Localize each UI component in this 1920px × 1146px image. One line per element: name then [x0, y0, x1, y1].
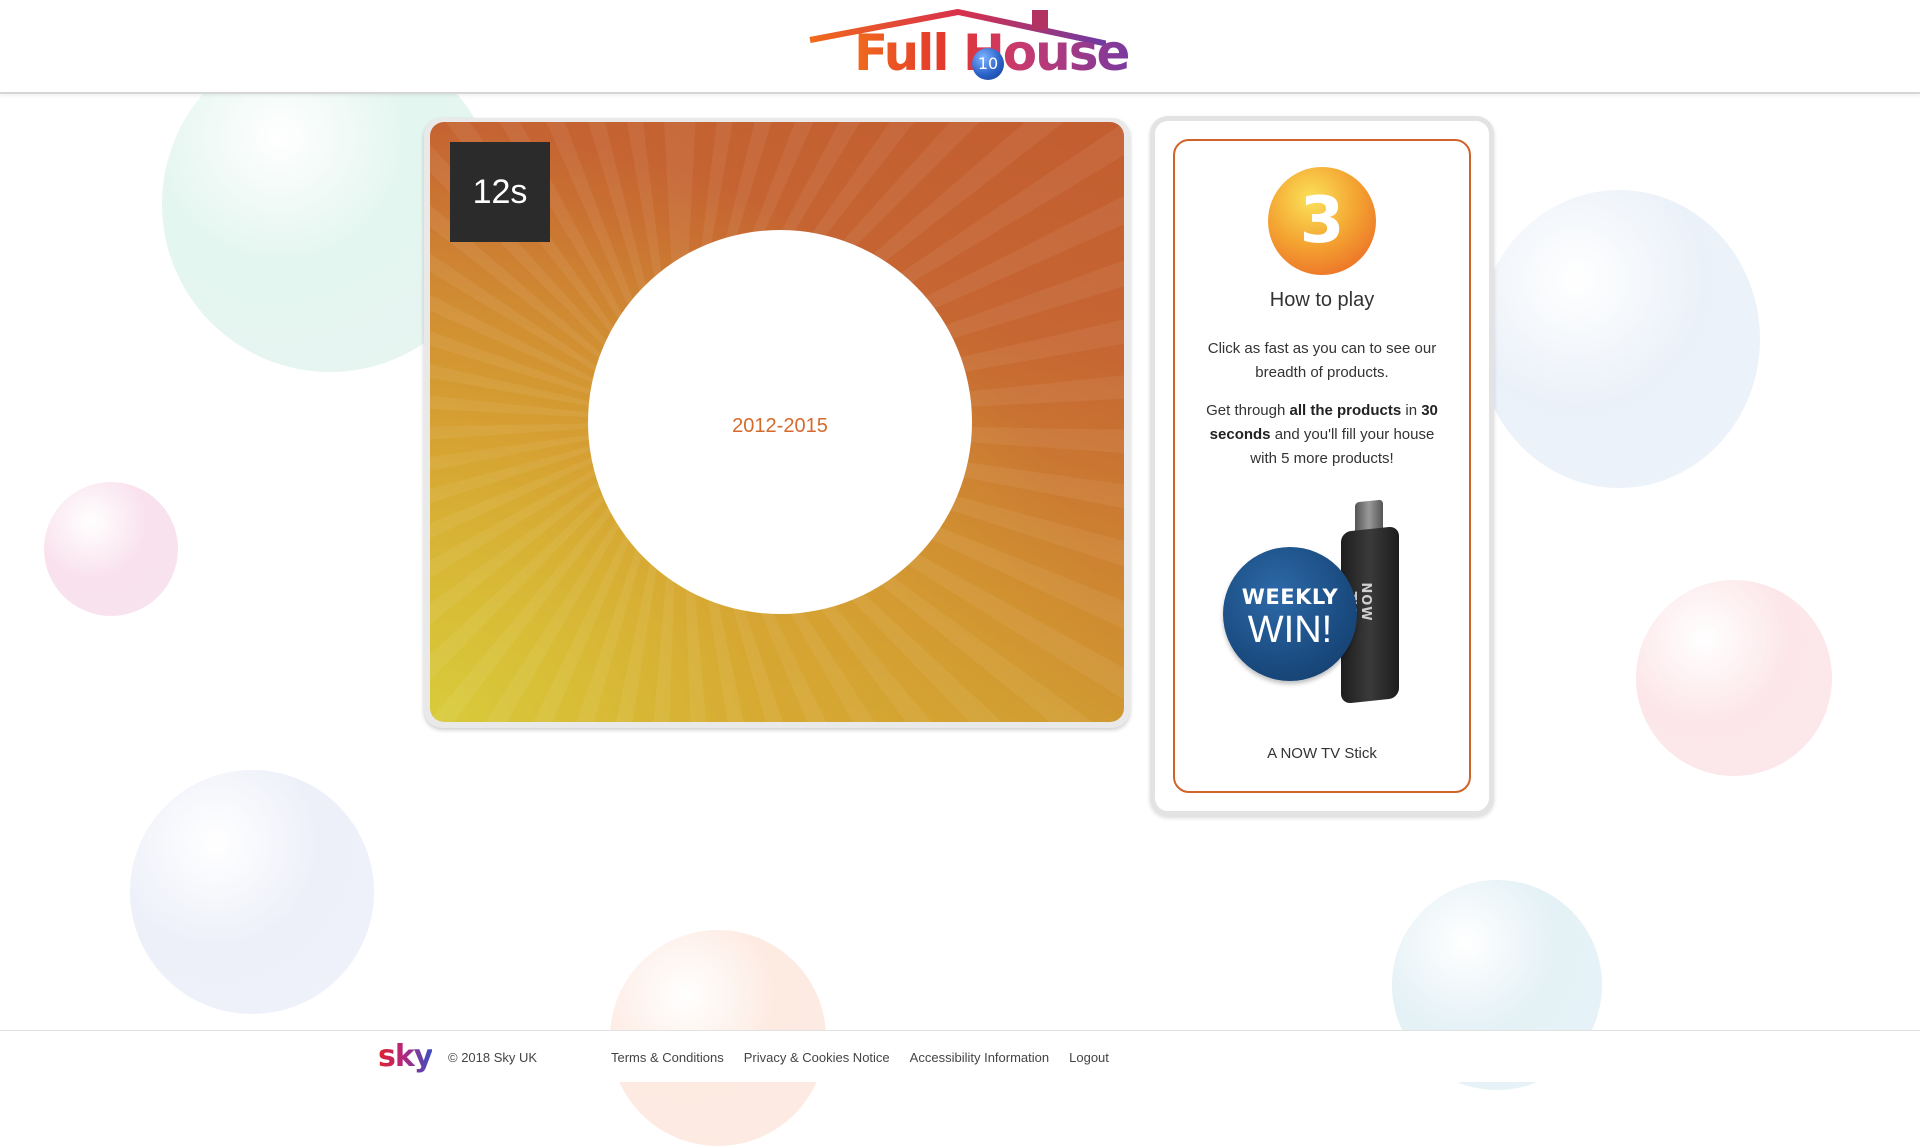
prize-image: NOW TV WEEKLY WIN! [1223, 499, 1419, 709]
weekly-win-badge: WEEKLY WIN! [1223, 547, 1357, 681]
footer-links: Terms & Conditions Privacy & Cookies Not… [611, 1050, 1109, 1065]
game-panel: 12s 2012-2015 [424, 118, 1130, 728]
instructions-paragraph: Click as fast as you can to see our brea… [1207, 340, 1437, 381]
goal-paragraph: Get through all the products in 30 secon… [1206, 402, 1438, 467]
prize-caption: A NOW TV Stick [1267, 745, 1377, 762]
background-bubble [1636, 580, 1832, 776]
info-card: 3 How to play Click as fast as you can t… [1173, 139, 1471, 793]
game-area: 12s 2012-2015 [430, 122, 1124, 722]
click-target-button[interactable]: 2012-2015 [588, 230, 972, 614]
privacy-link[interactable]: Privacy & Cookies Notice [744, 1050, 890, 1065]
how-to-play-title: How to play [1269, 289, 1375, 311]
footer: sky © 2018 Sky UK Terms & Conditions Pri… [0, 1030, 1920, 1082]
header: Full House 10 [0, 0, 1920, 94]
level-ball: 3 [1268, 167, 1376, 275]
background-bubble [44, 482, 178, 616]
target-label: 2012-2015 [732, 414, 828, 437]
terms-link[interactable]: Terms & Conditions [611, 1050, 724, 1065]
background-bubble [1478, 190, 1760, 488]
logo-ball: 10 [972, 48, 1004, 80]
logout-link[interactable]: Logout [1069, 1050, 1109, 1065]
accessibility-link[interactable]: Accessibility Information [910, 1050, 1049, 1065]
countdown-timer: 12s [450, 142, 550, 242]
copyright-text: © 2018 Sky UK [448, 1050, 538, 1065]
info-panel: 3 How to play Click as fast as you can t… [1150, 116, 1494, 816]
full-house-logo: Full House 10 [806, 6, 1130, 86]
sky-logo: sky [378, 1039, 433, 1074]
background-bubble [130, 770, 374, 1014]
